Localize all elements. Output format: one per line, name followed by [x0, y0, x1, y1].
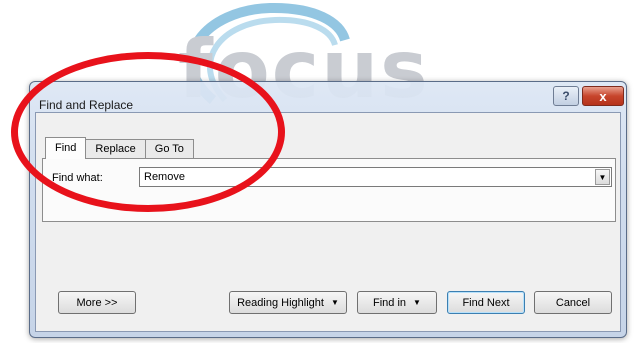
annotation-ellipse	[11, 52, 285, 212]
find-history-dropdown[interactable]: ▼	[595, 169, 610, 185]
find-in-button[interactable]: Find in ▼	[357, 291, 437, 314]
reading-highlight-button[interactable]: Reading Highlight ▼	[229, 291, 347, 314]
tab-find[interactable]: Find	[45, 137, 87, 159]
cancel-label: Cancel	[555, 296, 591, 309]
help-button[interactable]: ?	[553, 86, 579, 106]
find-next-button[interactable]: Find Next	[447, 291, 525, 314]
find-next-label: Find Next	[462, 296, 510, 309]
dropdown-arrow-icon: ▼	[598, 172, 607, 182]
help-icon: ?	[562, 89, 570, 103]
more-button[interactable]: More >>	[58, 291, 136, 314]
close-icon: x	[599, 88, 607, 104]
dropdown-arrow-icon: ▼	[330, 298, 339, 307]
close-button[interactable]: x	[582, 86, 624, 106]
more-button-label: More >>	[76, 296, 118, 309]
dropdown-arrow-icon: ▼	[413, 298, 421, 307]
find-in-label: Find in	[373, 296, 407, 309]
reading-highlight-label: Reading Highlight	[237, 296, 324, 309]
cancel-button[interactable]: Cancel	[534, 291, 612, 314]
